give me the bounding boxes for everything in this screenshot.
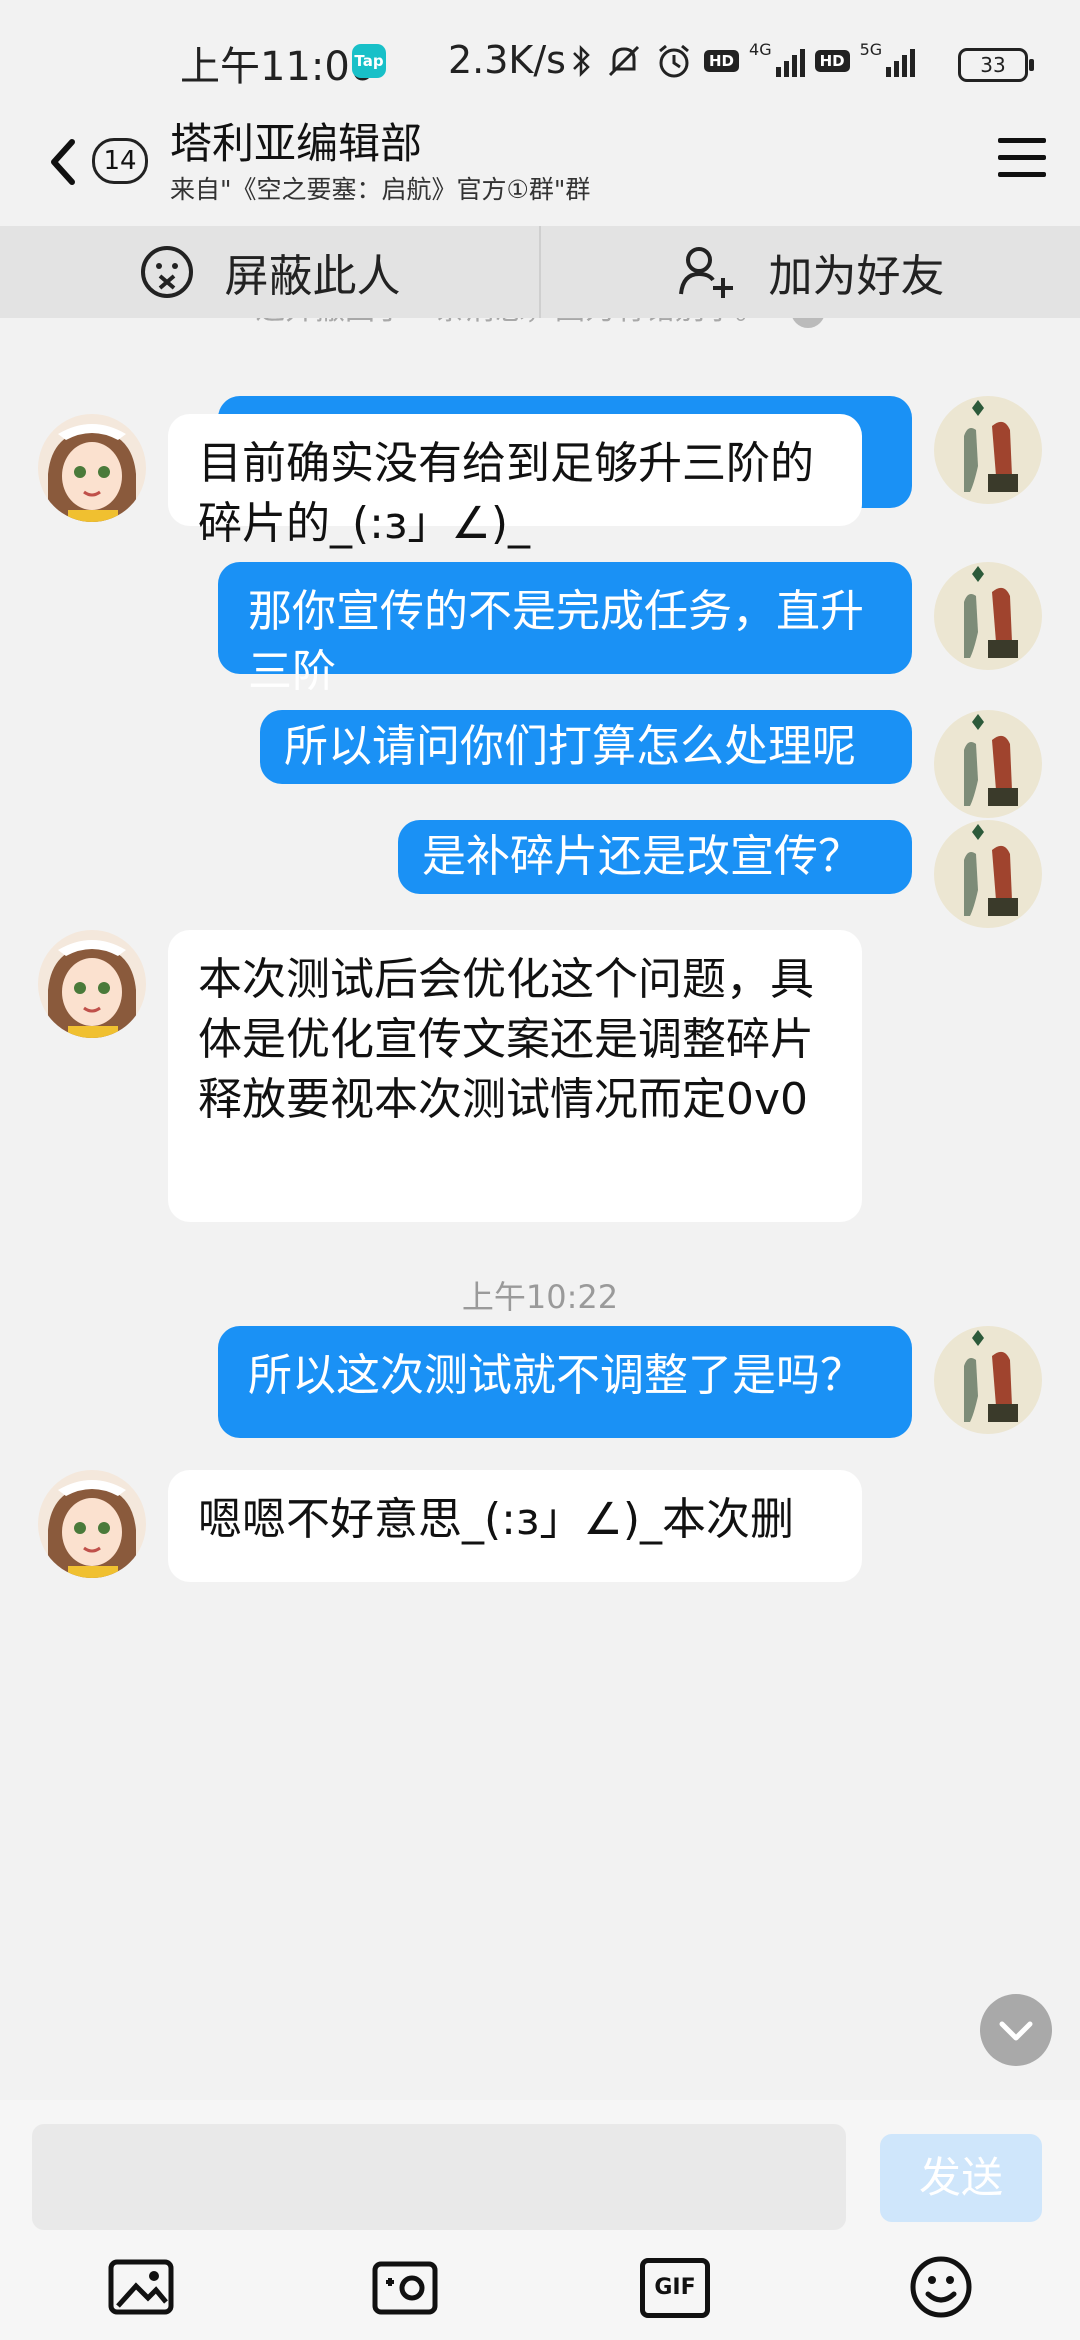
hd-indicator-2: HD (814, 50, 850, 72)
bluetooth-icon (573, 44, 590, 78)
unread-count-badge[interactable]: 14 (92, 138, 148, 184)
close-icon[interactable]: ✕ (791, 318, 825, 328)
network-type-1: 4G (749, 39, 772, 59)
alarm-icon (659, 44, 689, 78)
back-arrow-icon[interactable] (42, 132, 92, 192)
input-toolbar: GIF (0, 2240, 1080, 2340)
message-bubble-received[interactable]: 目前确实没有给到足够升三阶的碎片的_(:з」∠)_ (168, 414, 862, 549)
my-avatar[interactable] (934, 820, 1042, 928)
stranger-action-bar: 屏蔽此人 加为好友 (0, 226, 1080, 318)
scroll-to-bottom-button[interactable] (980, 1994, 1052, 2066)
message-bubble-sent[interactable]: 那你宣传的不是完成任务，直升三阶 (218, 562, 912, 697)
chat-message-list[interactable]: 之并撤回了一条消息，因为有错别字。✕ 所以意思本来就不给够升三阶吗 目前确实没有… (0, 318, 1080, 2100)
hd-indicator-1: HD (704, 50, 740, 72)
status-time: 上午11:00 (180, 44, 376, 90)
sender-avatar[interactable] (38, 1470, 146, 1578)
chat-subtitle: 来自"《空之要塞：启航》官方①群"群 (170, 175, 591, 204)
block-user-button[interactable]: 屏蔽此人 (0, 226, 539, 318)
chevron-down-icon (999, 2021, 1033, 2041)
message-bubble-received[interactable]: 嗯嗯不好意思_(:з」∠)_本次删 (168, 1470, 862, 1582)
my-avatar[interactable] (934, 562, 1042, 670)
add-friend-button[interactable]: 加为好友 (541, 226, 1080, 318)
my-avatar[interactable] (934, 1326, 1042, 1434)
my-avatar[interactable] (934, 710, 1042, 818)
message-bubble-sent[interactable]: 所以这次测试就不调整了是吗？ (218, 1326, 912, 1438)
message-input[interactable] (32, 2124, 846, 2230)
menu-icon[interactable] (998, 138, 1046, 182)
recall-notice: 之并撤回了一条消息，因为有错别字。 ✕ (0, 318, 1080, 328)
sender-avatar[interactable] (38, 930, 146, 1038)
add-friend-label: 加为好友 (768, 251, 945, 302)
mute-bell-icon (608, 45, 640, 77)
block-user-label: 屏蔽此人 (224, 251, 401, 302)
network-speed: 2.3K/s (448, 38, 566, 82)
status-icons: HD 4G HD 5G (570, 36, 916, 86)
message-bubble-sent[interactable]: 是补碎片还是改宣传？ (398, 820, 912, 894)
message-bubble-received[interactable]: 本次测试后会优化这个问题，具体是优化宣传文案还是调整碎片释放要视本次测试情况而定… (168, 930, 862, 1222)
add-user-icon (678, 247, 733, 298)
signal-icon-1 (775, 45, 805, 77)
signal-icon-2 (886, 45, 916, 77)
send-button[interactable]: 发送 (880, 2134, 1042, 2222)
tap-app-icon: Tap (352, 44, 386, 78)
image-picker-icon[interactable] (106, 2252, 176, 2322)
camera-icon[interactable] (370, 2252, 440, 2322)
chat-title: 塔利亚编辑部 (170, 119, 423, 168)
gif-icon[interactable]: GIF (640, 2258, 710, 2318)
emoji-icon[interactable] (906, 2252, 976, 2322)
chat-header: 14 塔利亚编辑部 来自"《空之要塞：启航》官方①群"群 (0, 110, 1080, 226)
sender-avatar[interactable] (38, 414, 146, 522)
recall-notice-text: 之并撤回了一条消息，因为有错别字。 (255, 318, 765, 327)
battery-icon: 33 (958, 48, 1034, 82)
status-bar: 上午11:00 Tap 2.3K/s HD 4G HD 5G 33 (0, 0, 1080, 110)
message-input-bar: 发送 GIF (0, 2100, 1080, 2340)
network-type-2: 5G (859, 39, 883, 59)
message-timestamp: 上午10:22 (461, 1278, 619, 1316)
block-face-icon (140, 246, 193, 298)
my-avatar[interactable] (934, 396, 1042, 504)
message-bubble-sent[interactable]: 所以请问你们打算怎么处理呢 (260, 710, 912, 784)
